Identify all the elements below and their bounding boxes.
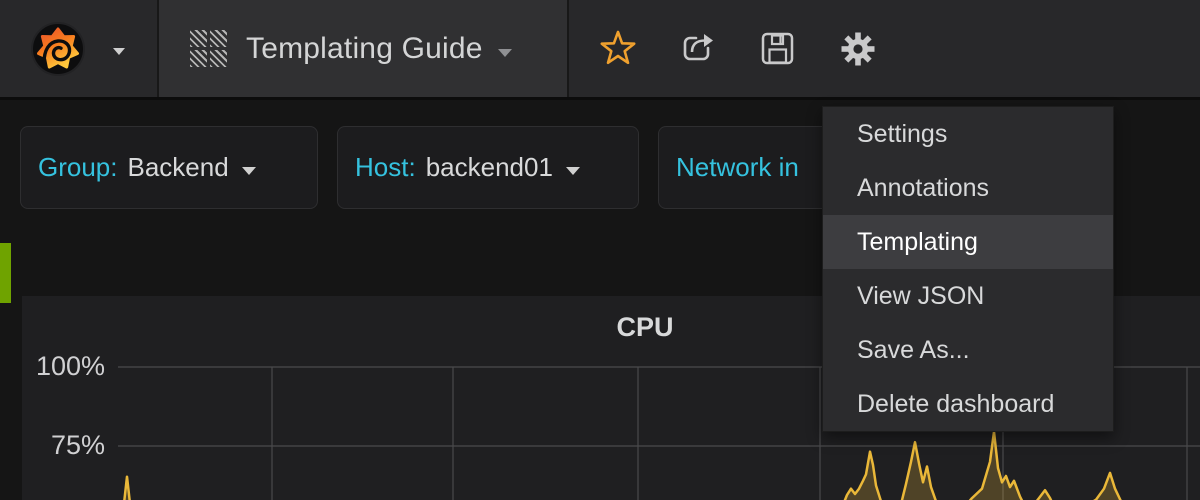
chevron-down-icon [242, 167, 256, 175]
save-button[interactable] [754, 19, 802, 79]
row-menu-bar[interactable] [0, 243, 11, 303]
y-axis-label-75: 75% [22, 430, 105, 461]
menu-item-delete-dashboard[interactable]: Delete dashboard [823, 377, 1113, 431]
chevron-down-icon [566, 167, 580, 175]
share-button[interactable] [674, 19, 722, 79]
gear-icon [841, 32, 875, 66]
logo-menu-button[interactable] [0, 0, 157, 97]
y-axis-label-100: 100% [22, 351, 105, 382]
variable-value: backend01 [426, 152, 553, 183]
share-icon [680, 31, 716, 67]
menu-item-settings[interactable]: Settings [823, 107, 1113, 161]
navbar: Templating Guide [0, 0, 1200, 100]
variable-dropdown-group[interactable]: Group: Backend [20, 126, 318, 209]
variable-label: Host: [355, 152, 416, 183]
menu-item-annotations[interactable]: Annotations [823, 161, 1113, 215]
menu-item-templating[interactable]: Templating [823, 215, 1113, 269]
dashboard-grid-icon [190, 30, 227, 67]
variable-value: Backend [128, 152, 229, 183]
variable-dropdown-host[interactable]: Host: backend01 [337, 126, 639, 209]
grafana-dashboard: Templating Guide [0, 0, 1200, 500]
star-button[interactable] [594, 19, 642, 79]
variable-label: Group: [38, 152, 118, 183]
settings-button[interactable] [834, 19, 882, 79]
chevron-down-icon [498, 49, 512, 57]
dashboard-title: Templating Guide [246, 32, 483, 66]
dashboard-settings-menu: Settings Annotations Templating View JSO… [822, 106, 1114, 432]
navbar-actions [569, 0, 1200, 97]
save-icon [761, 32, 795, 66]
grafana-logo-icon [31, 22, 85, 76]
menu-item-view-json[interactable]: View JSON [823, 269, 1113, 323]
star-icon [599, 30, 637, 68]
dashboard-title-button[interactable]: Templating Guide [157, 0, 569, 97]
variable-label: Network in [676, 152, 799, 183]
menu-item-save-as[interactable]: Save As... [823, 323, 1113, 377]
chevron-down-icon [113, 48, 125, 55]
